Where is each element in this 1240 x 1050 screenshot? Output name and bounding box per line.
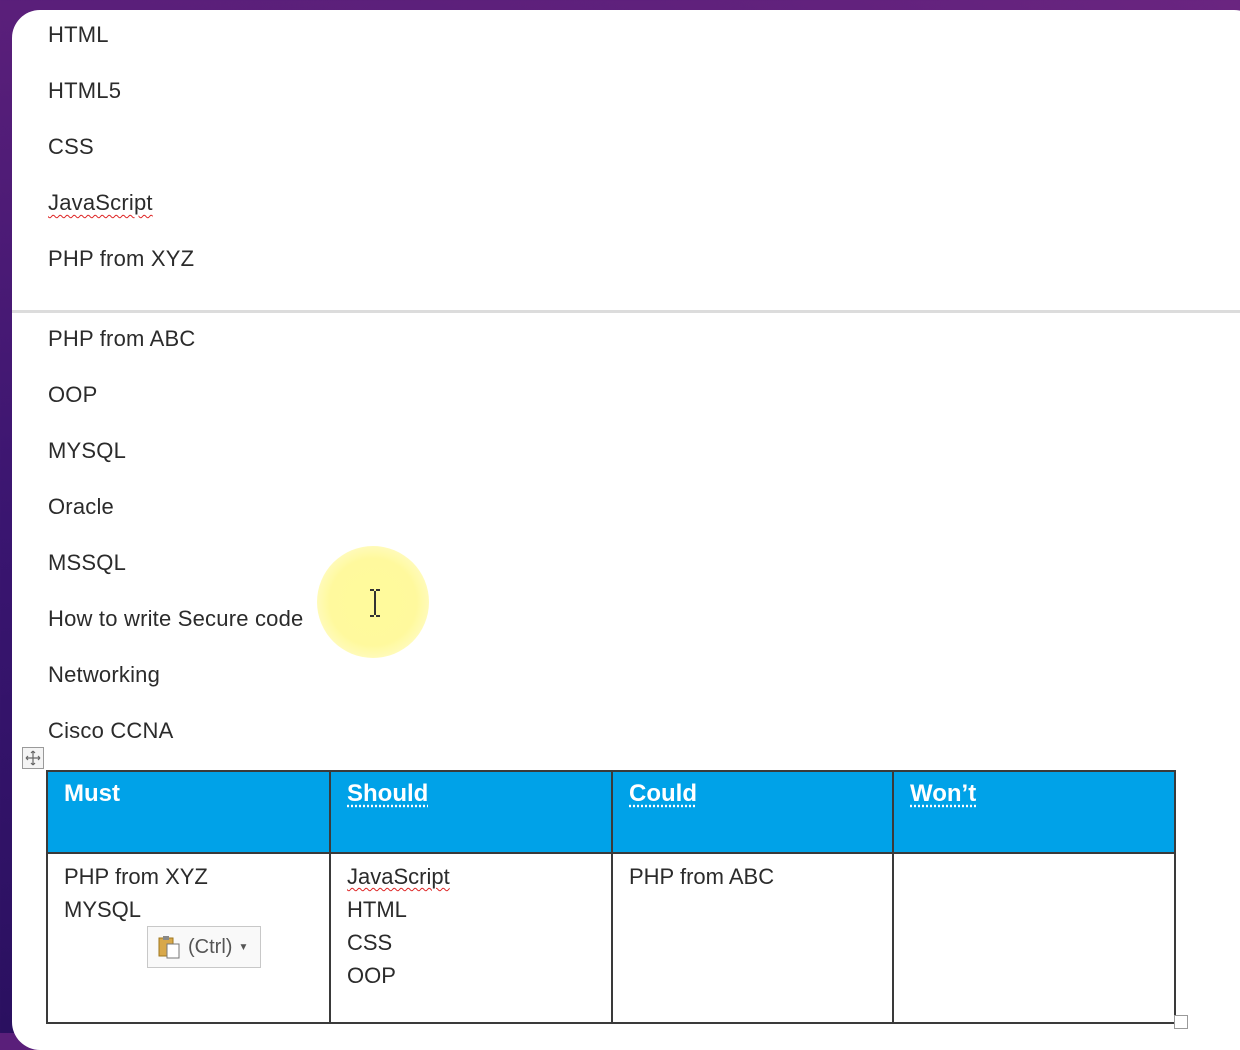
doc-line-oracle[interactable]: Oracle bbox=[48, 494, 114, 520]
doc-line-css[interactable]: CSS bbox=[48, 134, 94, 160]
table-move-handle-icon[interactable] bbox=[22, 747, 44, 769]
header-wont-label: Won’t bbox=[910, 780, 977, 807]
doc-line-php-abc[interactable]: PHP from ABC bbox=[48, 326, 195, 352]
table-row: PHP from XYZ MYSQL (Ctrl) ▼ JavaScript H… bbox=[46, 852, 1176, 1024]
table-resize-handle[interactable] bbox=[1174, 1015, 1188, 1029]
paste-options-button[interactable]: (Ctrl) ▼ bbox=[147, 926, 261, 968]
doc-line-php-xyz[interactable]: PHP from XYZ bbox=[48, 246, 194, 272]
cell-item: JavaScript bbox=[347, 864, 450, 889]
header-must-label: Must bbox=[64, 780, 120, 807]
cell-item: OOP bbox=[347, 963, 396, 988]
cell-item: MYSQL bbox=[64, 897, 142, 922]
cell-item: CSS bbox=[347, 930, 393, 955]
doc-line-html[interactable]: HTML bbox=[48, 22, 109, 48]
header-should[interactable]: Should bbox=[329, 770, 613, 854]
doc-line-mysql[interactable]: MYSQL bbox=[48, 438, 126, 464]
cell-should[interactable]: JavaScript HTML CSS OOP bbox=[329, 852, 613, 1024]
doc-line-mssql[interactable]: MSSQL bbox=[48, 550, 126, 576]
doc-line-html5[interactable]: HTML5 bbox=[48, 78, 121, 104]
page-break bbox=[12, 310, 1240, 313]
doc-line-cisco-ccna[interactable]: Cisco CCNA bbox=[48, 718, 173, 744]
paste-options-label: (Ctrl) bbox=[188, 935, 233, 958]
clipboard-icon bbox=[158, 936, 180, 959]
doc-line-oop[interactable]: OOP bbox=[48, 382, 98, 408]
header-wont[interactable]: Won’t bbox=[892, 770, 1176, 854]
doc-line-networking[interactable]: Networking bbox=[48, 662, 160, 688]
header-could[interactable]: Could bbox=[611, 770, 894, 854]
moscow-table[interactable]: Must Should Could Won’t PHP from XYZ MYS… bbox=[46, 770, 1176, 1024]
doc-line-secure-code[interactable]: How to write Secure code bbox=[48, 606, 303, 632]
cell-item: PHP from ABC bbox=[629, 864, 775, 889]
cell-must[interactable]: PHP from XYZ MYSQL (Ctrl) ▼ bbox=[46, 852, 331, 1024]
cell-item: HTML bbox=[347, 897, 407, 922]
doc-line-javascript[interactable]: JavaScript bbox=[48, 190, 153, 216]
chevron-down-icon: ▼ bbox=[238, 941, 249, 953]
table-header-row: Must Should Could Won’t bbox=[46, 770, 1176, 854]
cell-wont[interactable] bbox=[892, 852, 1176, 1024]
header-must[interactable]: Must bbox=[46, 770, 331, 854]
text-cursor-icon bbox=[370, 589, 380, 617]
header-could-label: Could bbox=[629, 780, 697, 807]
cell-item: PHP from XYZ bbox=[64, 864, 208, 889]
cell-could[interactable]: PHP from ABC bbox=[611, 852, 894, 1024]
header-should-label: Should bbox=[347, 780, 429, 807]
document-page[interactable]: HTML HTML5 CSS JavaScript PHP from XYZ P… bbox=[12, 10, 1240, 1050]
